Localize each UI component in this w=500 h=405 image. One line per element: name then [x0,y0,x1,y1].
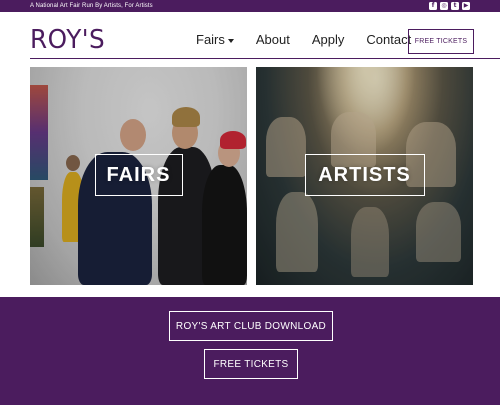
instagram-icon[interactable]: ◎ [440,2,448,10]
chevron-down-icon [227,38,234,43]
facebook-icon[interactable]: f [429,2,437,10]
nav-item-apply[interactable]: Apply [312,32,345,47]
site-logo[interactable]: ROY'S [30,27,105,53]
artists-tile[interactable]: ARTISTS [256,67,473,285]
nav-item-fairs[interactable]: Fairs [196,32,234,47]
main-nav: Fairs About Apply Contact [196,32,433,47]
artists-label[interactable]: ARTISTS [304,154,425,196]
social-links: f ◎ t ▶ [429,2,470,10]
free-tickets-button[interactable]: FREE TICKETS [408,29,474,54]
art-club-download-button[interactable]: ROY'S ART CLUB DOWNLOAD [169,311,333,341]
fairs-tile[interactable]: FAIRS [30,67,247,285]
top-bar: A National Art Fair Run By Artists, For … [0,0,500,12]
youtube-icon[interactable]: ▶ [462,2,470,10]
header-divider [30,58,500,59]
nav-item-contact[interactable]: Contact [366,32,411,47]
nav-item-about[interactable]: About [256,32,290,47]
twitter-icon[interactable]: t [451,2,459,10]
nav-item-label: Fairs [196,32,225,47]
tagline: A National Art Fair Run By Artists, For … [30,3,153,9]
free-tickets-band-button[interactable]: FREE TICKETS [204,349,298,379]
fairs-label[interactable]: FAIRS [94,154,183,196]
